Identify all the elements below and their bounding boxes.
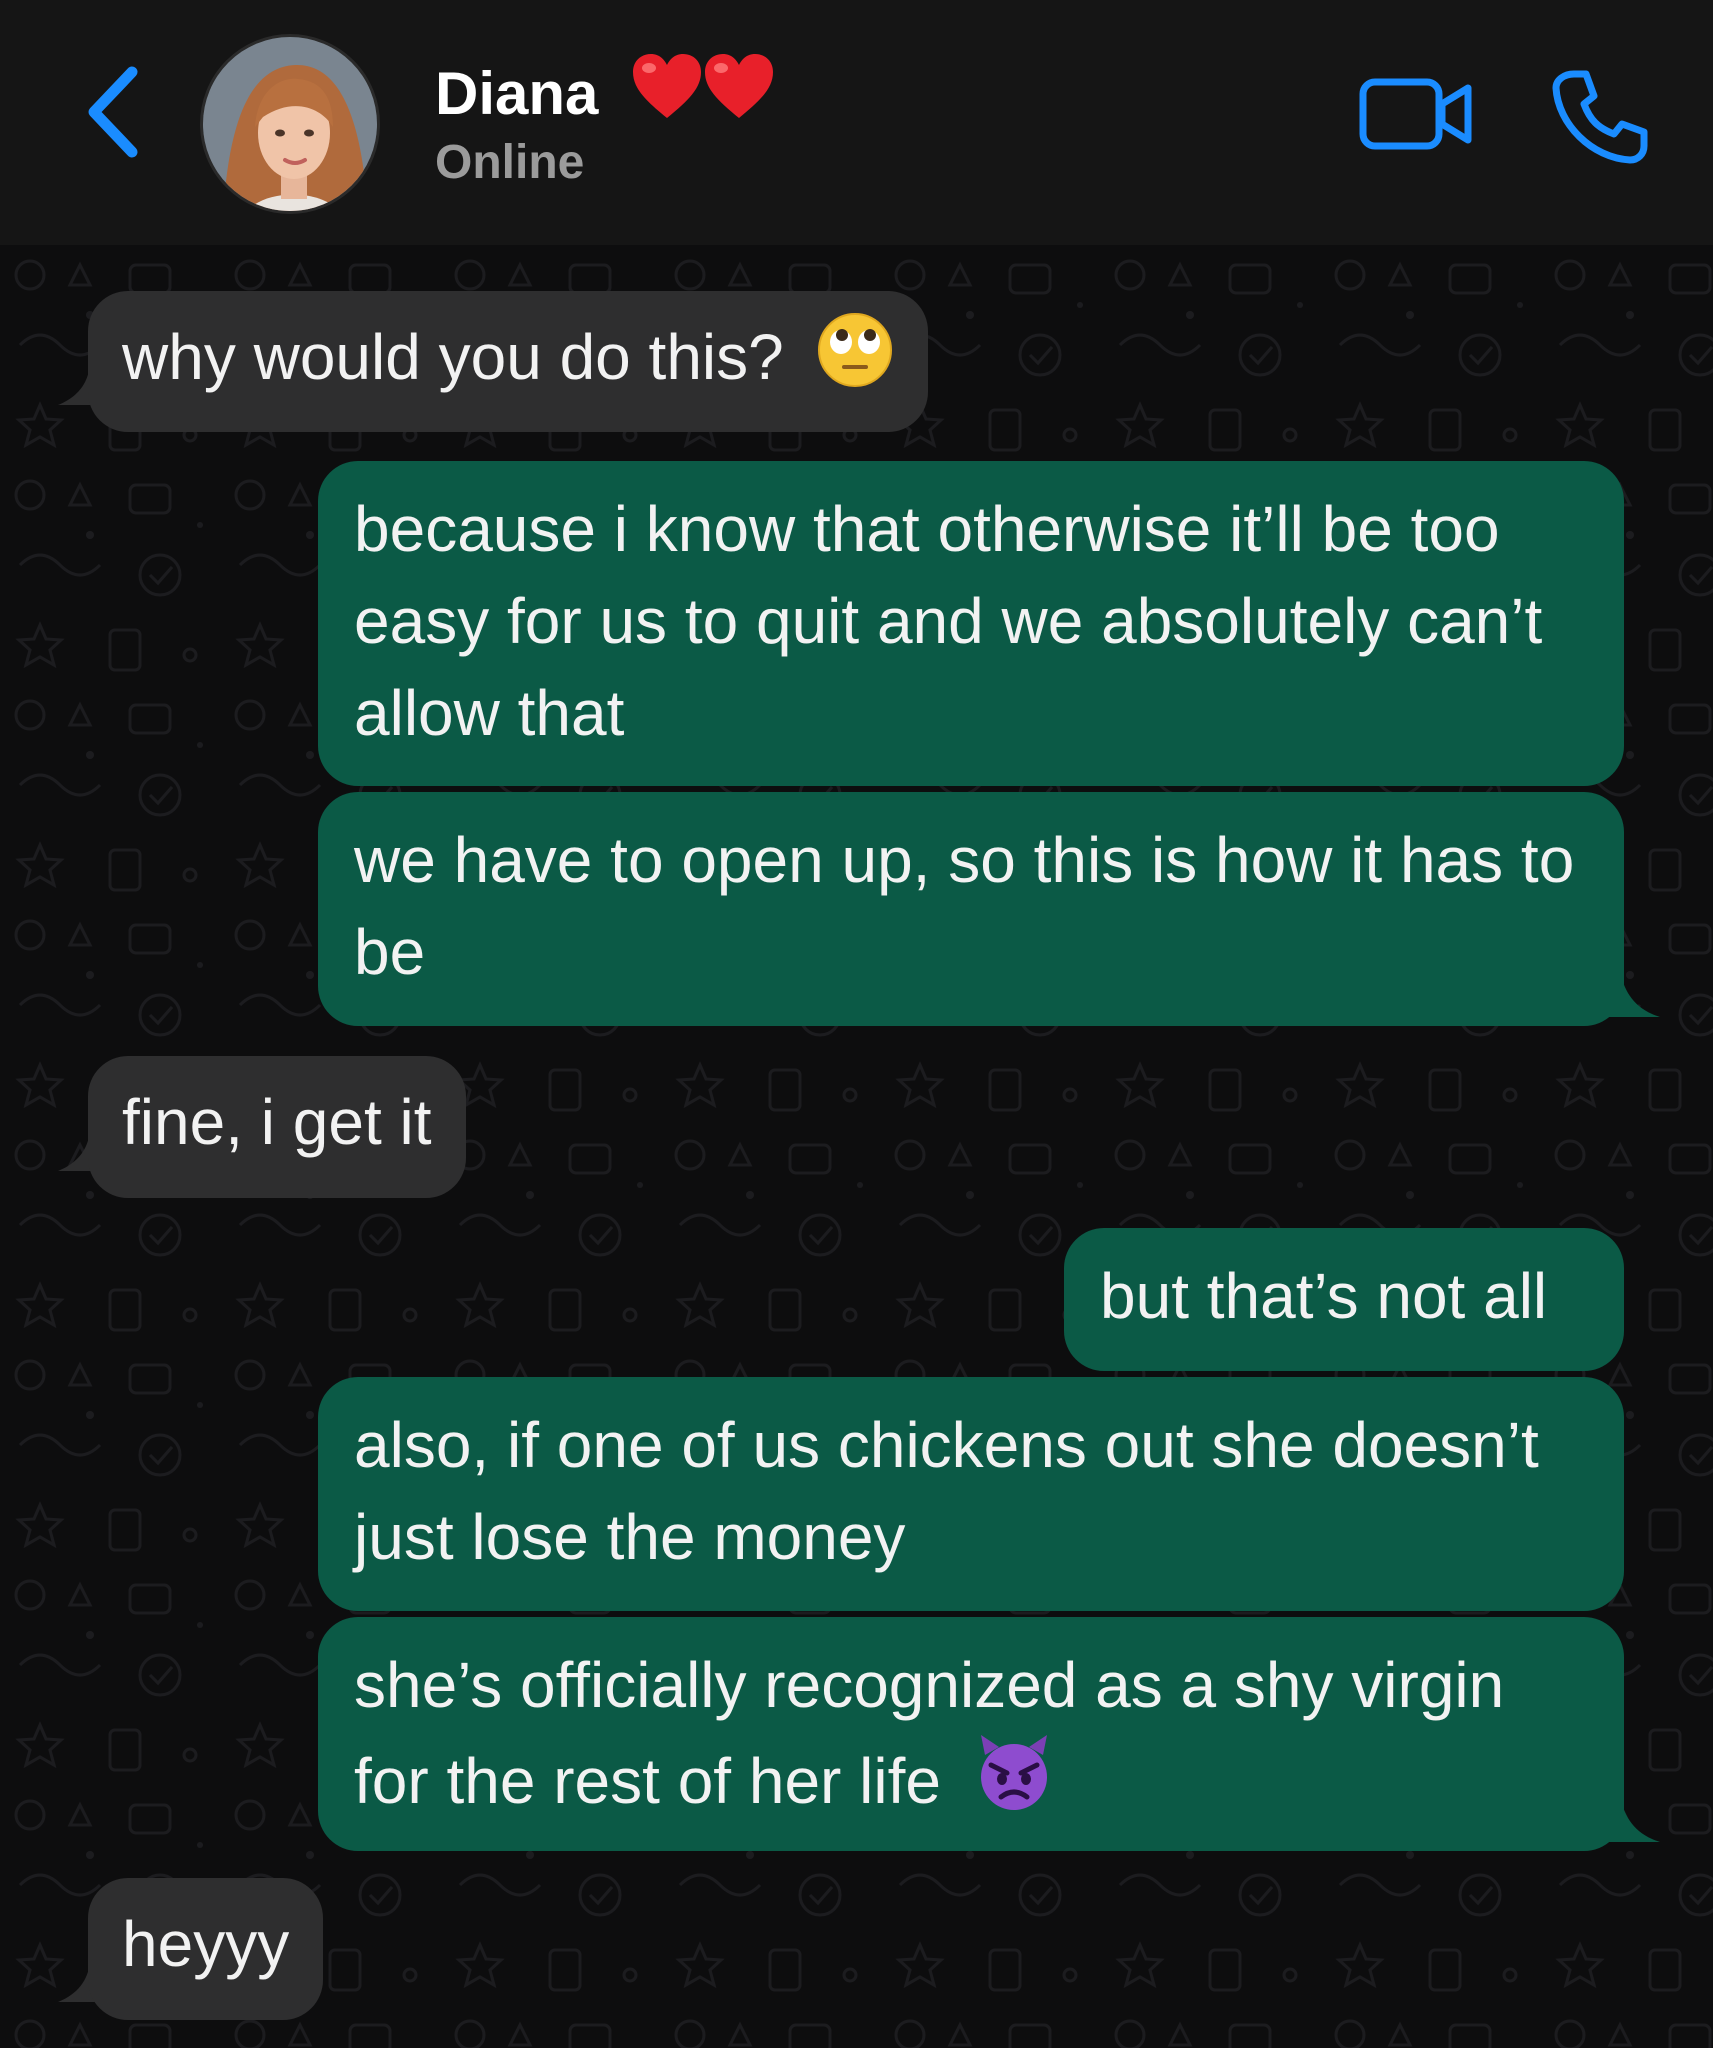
message-text: but that’s not all <box>1100 1260 1548 1332</box>
presence-status: Online <box>435 136 585 189</box>
message-incoming[interactable]: why would you do this? <box>88 291 928 432</box>
video-camera-icon <box>1359 78 1472 150</box>
chat-header: Diana Online <box>0 0 1713 245</box>
eye-roll-emoji <box>816 311 894 413</box>
chevron-left-icon <box>88 66 138 158</box>
message-text: fine, i get it <box>122 1086 432 1158</box>
message-text: also, if one of us chickens out she does… <box>354 1409 1539 1573</box>
message-incoming[interactable]: heyyy <box>88 1878 324 2020</box>
bubble-tail <box>1584 1796 1660 1842</box>
message-text: why would you do this? <box>122 321 784 393</box>
video-call-button[interactable] <box>1358 74 1478 154</box>
bubble-tail <box>1584 971 1660 1017</box>
message-incoming[interactable]: fine, i get it <box>88 1056 466 1198</box>
angry-devil-emoji <box>973 1731 1055 1837</box>
avatar-image <box>203 37 377 211</box>
contact-name[interactable]: Diana <box>435 52 777 136</box>
message-text: heyyy <box>122 1908 290 1980</box>
avatar[interactable] <box>200 34 380 214</box>
contact-name-text: Diana <box>435 60 599 127</box>
message-outgoing[interactable]: because i know that otherwise it’ll be t… <box>318 461 1624 786</box>
voice-call-button[interactable] <box>1550 66 1650 166</box>
message-text: we have to open up, so this is how it ha… <box>354 824 1575 988</box>
hearts-emoji <box>631 52 777 136</box>
phone-icon <box>1552 70 1648 164</box>
back-button[interactable] <box>80 62 150 162</box>
message-outgoing[interactable]: she’s officially recognized as a shy vir… <box>318 1617 1624 1851</box>
message-text: because i know that otherwise it’ll be t… <box>354 493 1543 749</box>
message-outgoing[interactable]: we have to open up, so this is how it ha… <box>318 792 1624 1026</box>
message-outgoing[interactable]: also, if one of us chickens out she does… <box>318 1377 1624 1611</box>
message-text: she’s officially recognized as a shy vir… <box>354 1649 1505 1817</box>
message-outgoing[interactable]: but that’s not all <box>1064 1228 1624 1371</box>
heart-icon <box>633 54 774 118</box>
message-list[interactable]: why would you do this? because i know th… <box>0 245 1713 2048</box>
